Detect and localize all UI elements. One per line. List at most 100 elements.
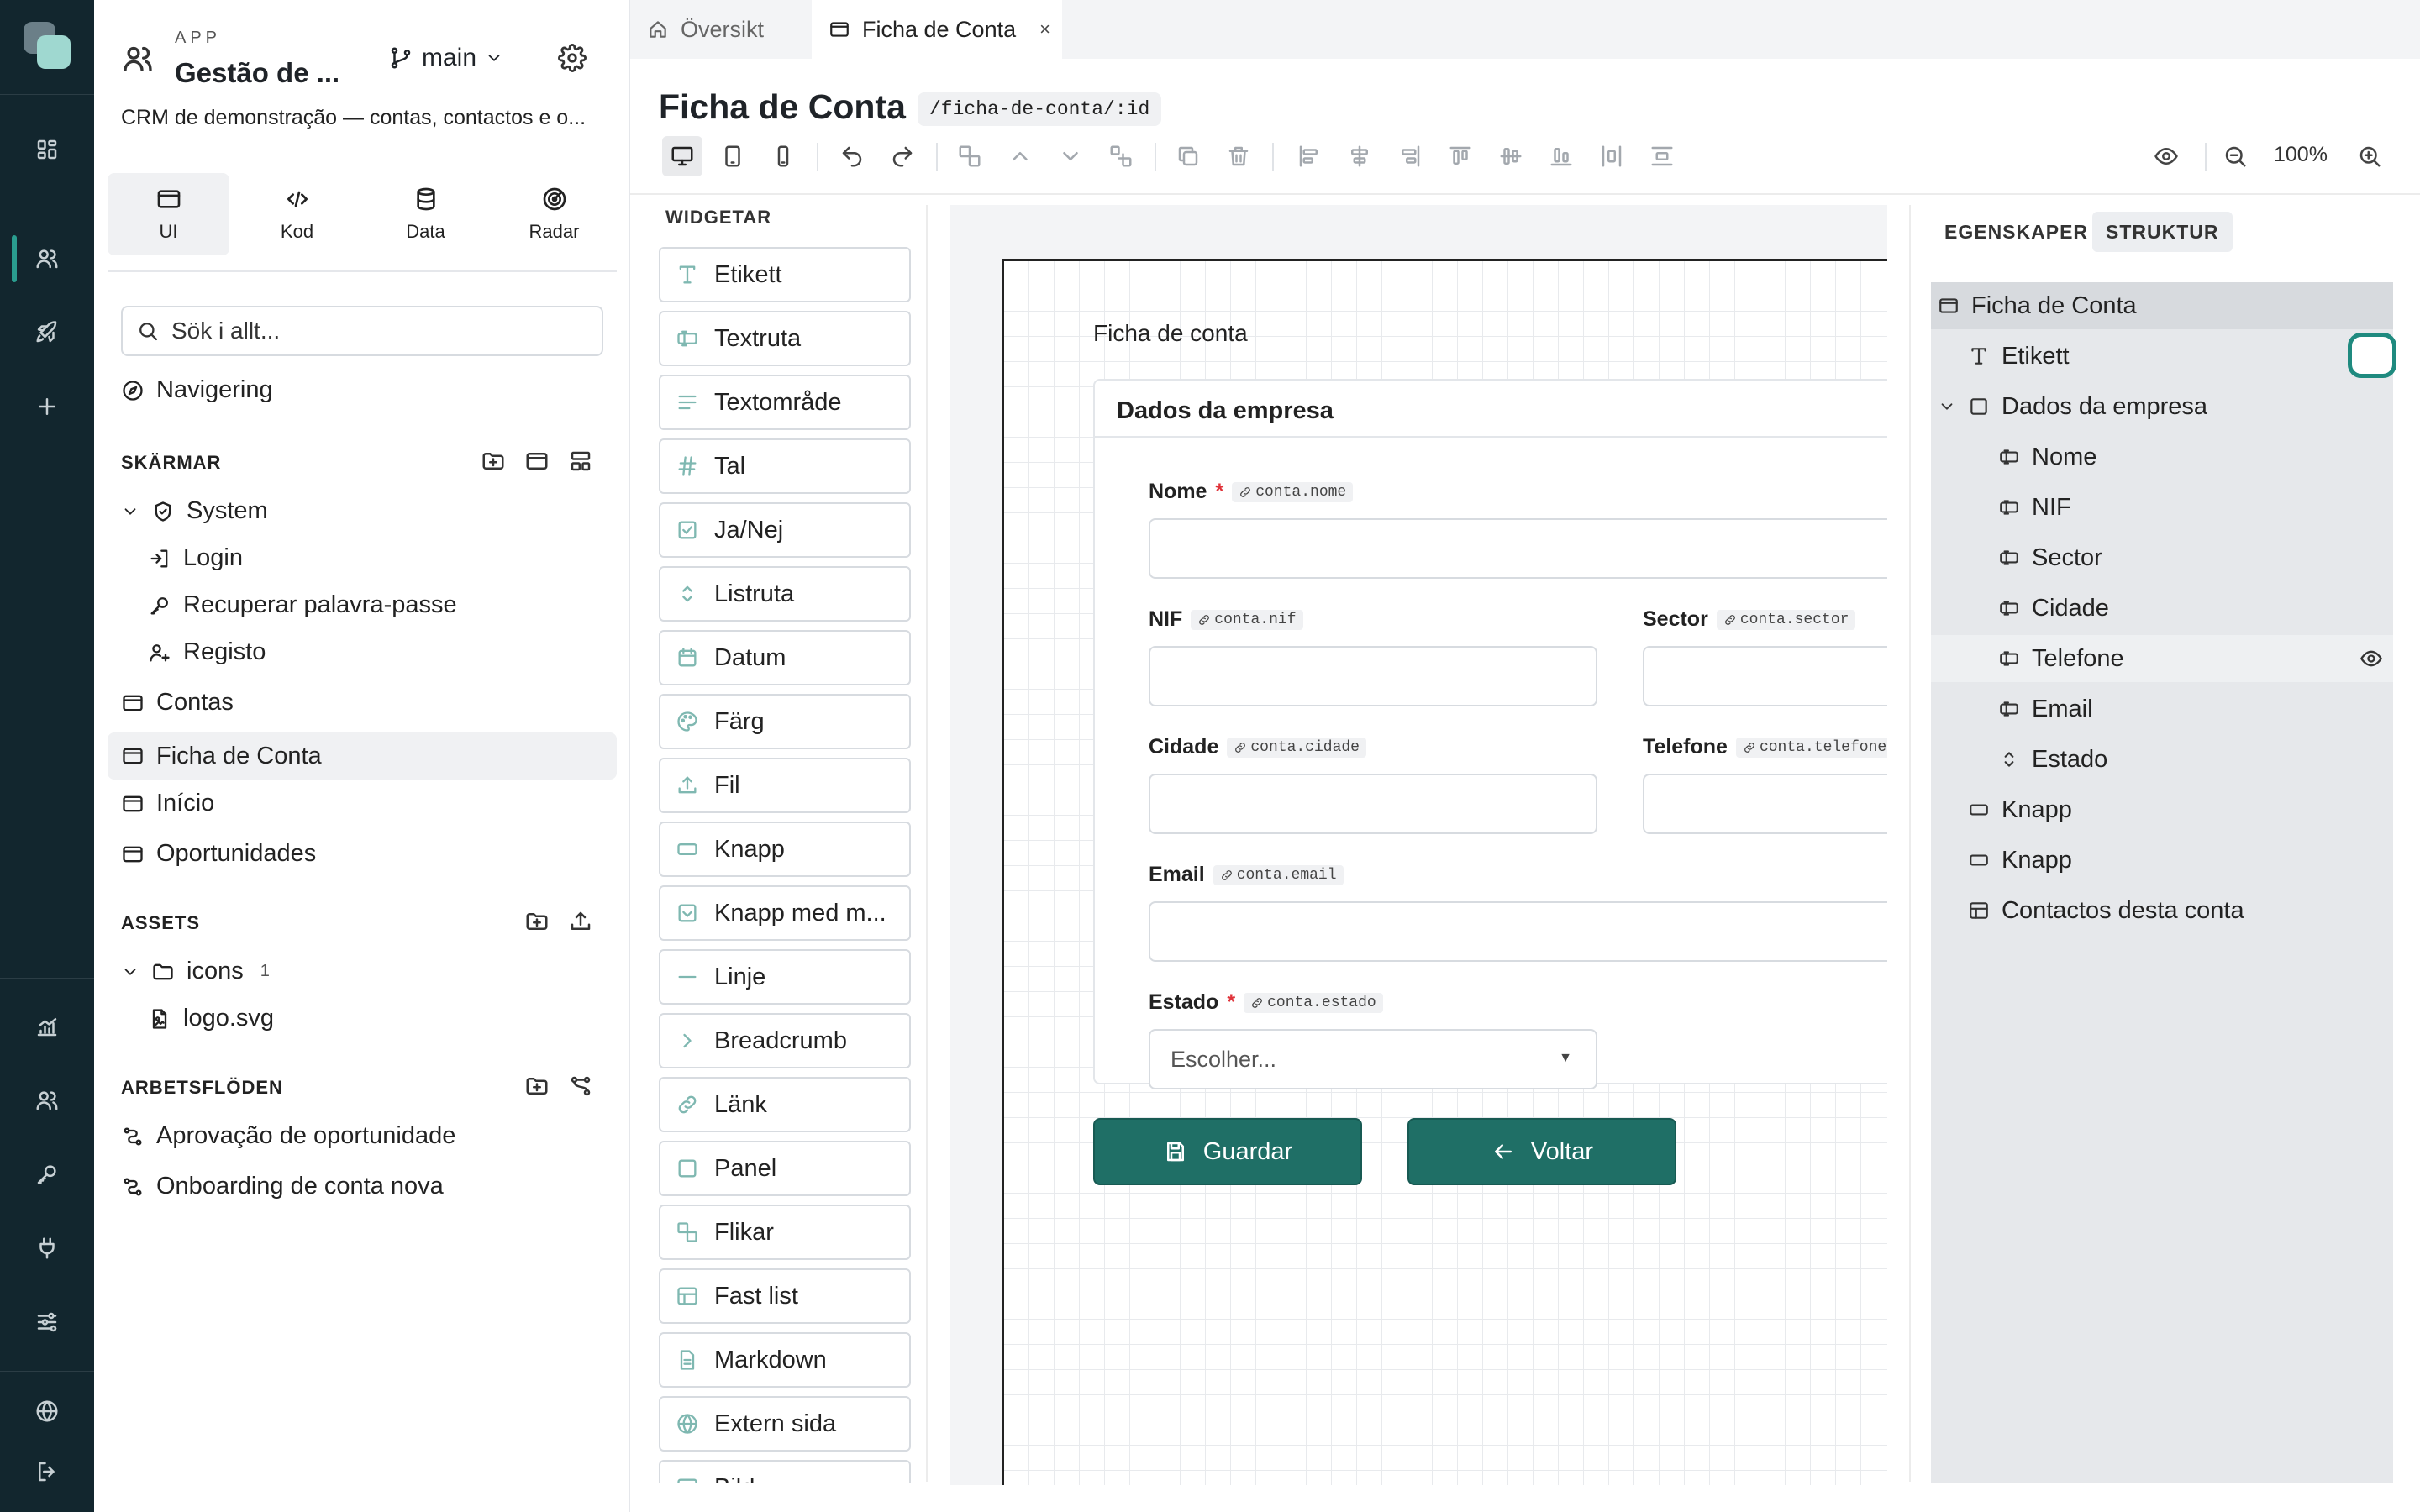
widget-knapp-med-meny[interactable]: Knapp med m... (659, 885, 911, 941)
align-bottom-icon[interactable] (1541, 136, 1581, 176)
widget-farg[interactable]: Färg (659, 694, 911, 749)
search-input[interactable] (171, 318, 575, 344)
screen-item-oportunidades[interactable]: Oportunidades (121, 840, 316, 868)
widget-fil[interactable]: Fil (659, 758, 911, 813)
align-left-icon[interactable] (1289, 136, 1329, 176)
guardar-button[interactable]: Guardar (1093, 1118, 1362, 1185)
screen-item-ficha-de-conta[interactable]: Ficha de Conta (108, 732, 617, 780)
desktop-view-icon[interactable] (662, 136, 702, 176)
group-icon[interactable] (950, 136, 990, 176)
canvas-label-etikett[interactable]: Ficha de conta (1093, 320, 1248, 347)
workflow-item-aprovacao[interactable]: Aprovação de oportunidade (121, 1122, 455, 1150)
team-icon[interactable] (27, 1080, 67, 1121)
undo-icon[interactable] (832, 136, 872, 176)
screen-item-contas[interactable]: Contas (121, 689, 234, 717)
upload-icon[interactable] (568, 909, 593, 934)
align-top-icon[interactable] (1440, 136, 1481, 176)
widget-linje[interactable]: Linje (659, 949, 911, 1005)
move-down-icon[interactable] (1050, 136, 1091, 176)
sliders-icon[interactable] (27, 1302, 67, 1342)
voltar-button[interactable]: Voltar (1407, 1118, 1676, 1185)
widget-listruta[interactable]: Listruta (659, 566, 911, 622)
tree-node-screen[interactable]: Ficha de Conta (1931, 282, 2393, 329)
widget-tal[interactable]: Tal (659, 438, 911, 494)
widget-extern-sida[interactable]: Extern sida (659, 1396, 911, 1452)
widget-textomrade[interactable]: Textområde (659, 375, 911, 430)
canvas-panel-dados-da-empresa[interactable]: Dados da empresa Nome * conta.nome NIF c… (1093, 379, 1887, 1089)
plus-icon[interactable] (27, 386, 67, 427)
tree-node-panel[interactable]: Dados da empresa (1931, 383, 2393, 430)
widget-bild[interactable]: Bild (659, 1460, 911, 1483)
widget-markdown[interactable]: Markdown (659, 1332, 911, 1388)
nome-input[interactable] (1149, 518, 1887, 579)
duplicate-icon[interactable] (1168, 136, 1208, 176)
zoom-out-icon[interactable] (2215, 136, 2255, 176)
tree-node-telefone[interactable]: Telefone (1931, 635, 2393, 682)
tablet-view-icon[interactable] (713, 136, 753, 176)
dashboard-icon[interactable] (27, 129, 67, 170)
widget-fast-list[interactable]: Fast list (659, 1268, 911, 1324)
mode-tab-kod[interactable]: Kod (236, 173, 358, 255)
tree-node-cidade[interactable]: Cidade (1931, 585, 2393, 632)
screen-item-registo[interactable]: Registo (148, 638, 266, 666)
branch-selector[interactable]: main (388, 44, 503, 72)
new-folder-icon[interactable] (481, 449, 506, 474)
new-screen-icon[interactable] (524, 449, 550, 474)
globe-icon[interactable] (27, 1391, 67, 1431)
screen-item-login[interactable]: Login (148, 544, 243, 572)
widget-textruta[interactable]: Textruta (659, 311, 911, 366)
visibility-eye-icon[interactable] (2360, 647, 2383, 670)
asset-folder-icons[interactable]: icons 1 (121, 958, 270, 985)
align-center-icon[interactable] (1339, 136, 1380, 176)
workflow-item-onboarding[interactable]: Onboarding de conta nova (121, 1173, 444, 1200)
tree-node-sector[interactable]: Sector (1931, 534, 2393, 581)
align-middle-icon[interactable] (1491, 136, 1531, 176)
widget-datum[interactable]: Datum (659, 630, 911, 685)
preview-eye-icon[interactable] (2146, 136, 2186, 176)
tree-node-contactos[interactable]: Contactos desta conta (1931, 887, 2393, 934)
trash-icon[interactable] (1218, 136, 1259, 176)
tree-node-estado[interactable]: Estado (1931, 736, 2393, 783)
align-right-icon[interactable] (1390, 136, 1430, 176)
distribute-horizontal-icon[interactable] (1591, 136, 1632, 176)
sector-input[interactable] (1643, 646, 1887, 706)
design-canvas[interactable]: Ficha de conta Dados da empresa Nome * c… (950, 205, 1887, 1485)
zoom-in-icon[interactable] (2349, 136, 2390, 176)
navigation-item[interactable]: Navigering (121, 376, 273, 404)
users-icon[interactable] (27, 239, 67, 279)
logout-icon[interactable] (27, 1452, 67, 1492)
tree-node-nome[interactable]: Nome (1931, 433, 2393, 480)
tab-struktur[interactable]: STRUKTUR (2092, 212, 2233, 252)
layout-icon[interactable] (568, 449, 593, 474)
mode-tab-ui[interactable]: UI (108, 173, 229, 255)
distribute-vertical-icon[interactable] (1642, 136, 1682, 176)
widget-breadcrumb[interactable]: Breadcrumb (659, 1013, 911, 1068)
tree-node-nif[interactable]: NIF (1931, 484, 2393, 531)
tree-node-knapp[interactable]: Knapp (1931, 786, 2393, 833)
chart-icon[interactable] (27, 1006, 67, 1047)
widget-knapp[interactable]: Knapp (659, 822, 911, 877)
move-up-icon[interactable] (1000, 136, 1040, 176)
workflow-icon[interactable] (568, 1074, 593, 1099)
plug-icon[interactable] (27, 1228, 67, 1268)
widget-panel[interactable]: Panel (659, 1141, 911, 1196)
ungroup-icon[interactable] (1101, 136, 1141, 176)
logo-icon[interactable] (24, 22, 71, 69)
widget-flikar[interactable]: Flikar (659, 1205, 911, 1260)
telefone-input[interactable] (1643, 774, 1887, 834)
email-input[interactable] (1149, 901, 1887, 962)
mode-tab-data[interactable]: Data (365, 173, 487, 255)
rocket-icon[interactable] (27, 312, 67, 353)
redo-icon[interactable] (882, 136, 923, 176)
tree-node-etikett[interactable]: Etikett (1931, 333, 2393, 380)
widget-etikett[interactable]: Etikett (659, 247, 911, 302)
screen-item-recuperar[interactable]: Recuperar palavra-passe (148, 591, 457, 619)
widget-ja-nej[interactable]: Ja/Nej (659, 502, 911, 558)
gear-icon[interactable] (558, 44, 588, 74)
tree-node-knapp[interactable]: Knapp (1931, 837, 2393, 884)
screen-item-inicio[interactable]: Início (121, 790, 214, 817)
tree-node-email[interactable]: Email (1931, 685, 2393, 732)
mode-tab-radar[interactable]: Radar (493, 173, 615, 255)
key-icon[interactable] (27, 1154, 67, 1194)
widget-lank[interactable]: Länk (659, 1077, 911, 1132)
